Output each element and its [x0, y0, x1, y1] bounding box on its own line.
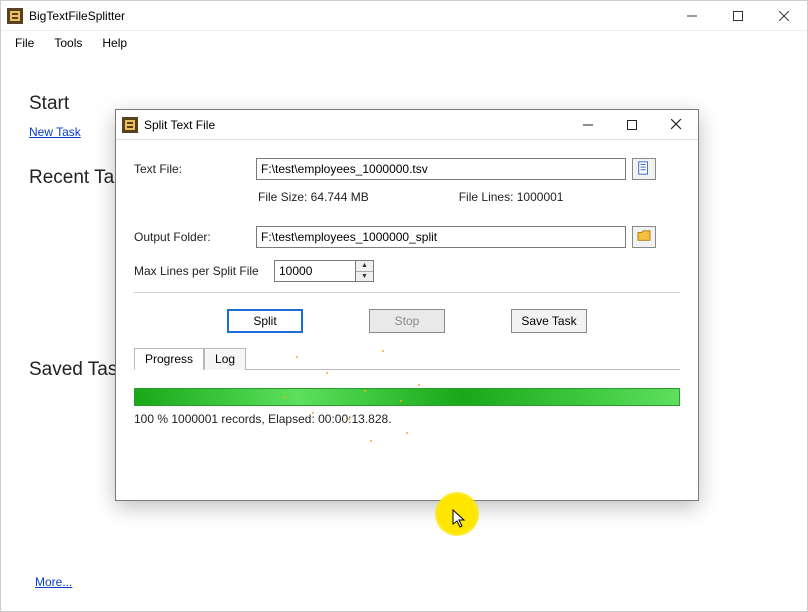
main-window-controls	[669, 1, 807, 30]
spin-down-button[interactable]: ▼	[356, 272, 373, 282]
more-link[interactable]: More...	[35, 575, 72, 589]
spin-up-button[interactable]: ▲	[356, 261, 373, 272]
output-folder-row: Output Folder:	[134, 226, 680, 248]
stop-button[interactable]: Stop	[369, 309, 445, 333]
text-file-label: Text File:	[134, 162, 256, 176]
text-file-row: Text File:	[134, 158, 680, 180]
main-titlebar: BigTextFileSplitter	[1, 1, 807, 31]
dialog-title: Split Text File	[144, 118, 566, 132]
dialog-close-button[interactable]	[654, 110, 698, 139]
menu-tools[interactable]: Tools	[44, 34, 92, 52]
max-lines-label: Max Lines per Split File	[134, 264, 274, 278]
tab-log[interactable]: Log	[204, 348, 246, 370]
file-info-row: File Size: 64.744 MB File Lines: 1000001	[258, 190, 680, 204]
close-button[interactable]	[761, 1, 807, 30]
dialog-maximize-button[interactable]	[610, 110, 654, 139]
folder-icon	[637, 230, 651, 245]
progress-panel: 100 % 1000001 records, Elapsed: 00:00:13…	[134, 370, 680, 426]
output-folder-input[interactable]	[256, 226, 626, 248]
file-lines-text: File Lines: 1000001	[459, 190, 564, 204]
dialog-body: Text File: File Size: 64.744 MB File Lin…	[116, 140, 698, 434]
output-folder-label: Output Folder:	[134, 230, 256, 244]
divider	[134, 292, 680, 293]
progress-status-text: 100 % 1000001 records, Elapsed: 00:00:13…	[134, 412, 680, 426]
browse-folder-button[interactable]	[632, 226, 656, 248]
max-lines-input[interactable]	[275, 261, 355, 281]
new-task-link[interactable]: New Task	[29, 125, 81, 139]
menu-file[interactable]: File	[5, 34, 44, 52]
max-lines-spinner[interactable]: ▲ ▼	[274, 260, 374, 282]
app-icon	[7, 8, 23, 24]
file-size-text: File Size: 64.744 MB	[258, 190, 369, 204]
tab-progress[interactable]: Progress	[134, 348, 204, 370]
browse-file-button[interactable]	[632, 158, 656, 180]
minimize-button[interactable]	[669, 1, 715, 30]
max-lines-row: Max Lines per Split File ▲ ▼	[134, 260, 680, 282]
file-icon	[637, 161, 651, 178]
action-row: Split Stop Save Task	[134, 309, 680, 333]
menu-help[interactable]: Help	[92, 34, 137, 52]
tabs: Progress Log	[134, 347, 680, 370]
dialog-window-controls	[566, 110, 698, 139]
maximize-button[interactable]	[715, 1, 761, 30]
progress-bar	[134, 388, 680, 406]
spinner-buttons: ▲ ▼	[355, 261, 373, 281]
save-task-button[interactable]: Save Task	[511, 309, 587, 333]
menubar: File Tools Help	[1, 31, 807, 55]
dialog-titlebar[interactable]: Split Text File	[116, 110, 698, 140]
dialog-app-icon	[122, 117, 138, 133]
main-window-title: BigTextFileSplitter	[29, 9, 669, 23]
split-button[interactable]: Split	[227, 309, 303, 333]
text-file-input[interactable]	[256, 158, 626, 180]
dialog-minimize-button[interactable]	[566, 110, 610, 139]
split-dialog: Split Text File Text File:	[115, 109, 699, 501]
